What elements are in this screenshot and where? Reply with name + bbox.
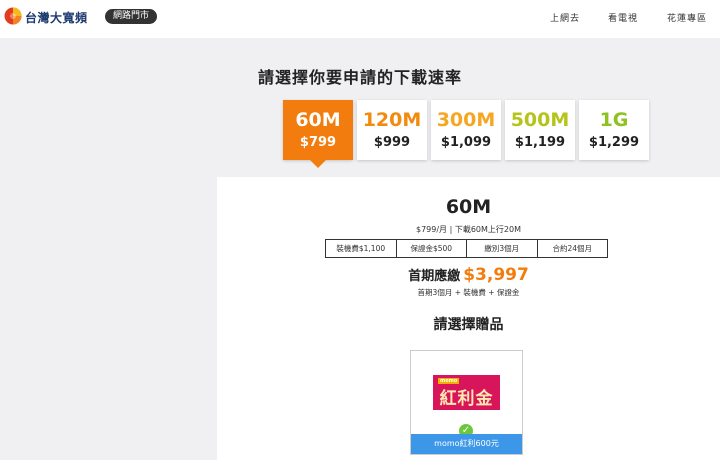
first-payment-note: 首期3個月 + 裝機費 + 保證金 — [417, 288, 520, 297]
speed-option-120m[interactable]: 120M $999 — [357, 100, 427, 160]
speed-label: 500M — [510, 109, 570, 131]
page-title: 請選擇你要申請的下載速率 — [257, 68, 462, 87]
online-store-badge[interactable]: 網路門市 — [105, 9, 158, 24]
first-payment-label: 首期應繳 — [408, 269, 461, 284]
brand-name[interactable]: 台灣大寬頻 — [25, 9, 88, 26]
brand-logo-icon[interactable] — [4, 7, 22, 25]
plan-detail-panel: 60M $799/月 | 下載60M上行20M 裝機費$1,100 保證金$50… — [217, 177, 720, 460]
gift-label: momo紅利600元 — [411, 434, 522, 454]
first-payment-amount: $3,997 — [463, 265, 529, 285]
speed-option-500m[interactable]: 500M $1,199 — [505, 100, 575, 160]
speed-label: 300M — [436, 109, 496, 131]
gift-section-title: 請選擇贈品 — [433, 317, 504, 333]
fee-contract: 合約24個月 — [552, 244, 593, 253]
gift-image-text: 紅利金 — [439, 389, 494, 409]
speed-option-1g[interactable]: 1G $1,299 — [579, 100, 649, 160]
speed-label: 120M — [362, 109, 422, 131]
fee-billing-cycle: 繳別3個月 — [467, 240, 538, 257]
top-header: 台灣大寬頻 網路門市 上網去 看電視 花蓮專區 — [0, 0, 720, 38]
nav-hualien[interactable]: 花蓮專區 — [667, 11, 707, 24]
speed-price: $1,099 — [440, 135, 492, 150]
speed-label: 60M — [295, 109, 341, 131]
gift-image: momo 紅利金 — [433, 375, 500, 410]
nav-tv[interactable]: 看電視 — [608, 11, 638, 24]
gift-option-momo[interactable]: momo 紅利金 ✓ momo紅利600元 — [410, 350, 523, 455]
speed-price: $1,299 — [588, 135, 640, 150]
nav-internet[interactable]: 上網去 — [550, 11, 580, 24]
speed-price: $799 — [299, 135, 337, 150]
fee-deposit: 保證金$500 — [397, 240, 467, 257]
plan-description: $799/月 | 下載60M上行20M — [416, 225, 521, 234]
plan-name: 60M — [445, 196, 492, 218]
speed-option-60m[interactable]: 60M $799 — [283, 100, 353, 168]
fee-table: 裝機費$1,100 保證金$500 繳別3個月 合約24個月 — [325, 239, 608, 258]
speed-option-300m[interactable]: 300M $1,099 — [431, 100, 501, 160]
first-payment: 首期應繳 $3,997 — [217, 265, 720, 285]
speed-price: $1,199 — [514, 135, 566, 150]
speed-label: 1G — [599, 109, 629, 131]
fee-installation: 裝機費$1,100 — [326, 240, 397, 257]
speed-price: $999 — [373, 135, 411, 150]
